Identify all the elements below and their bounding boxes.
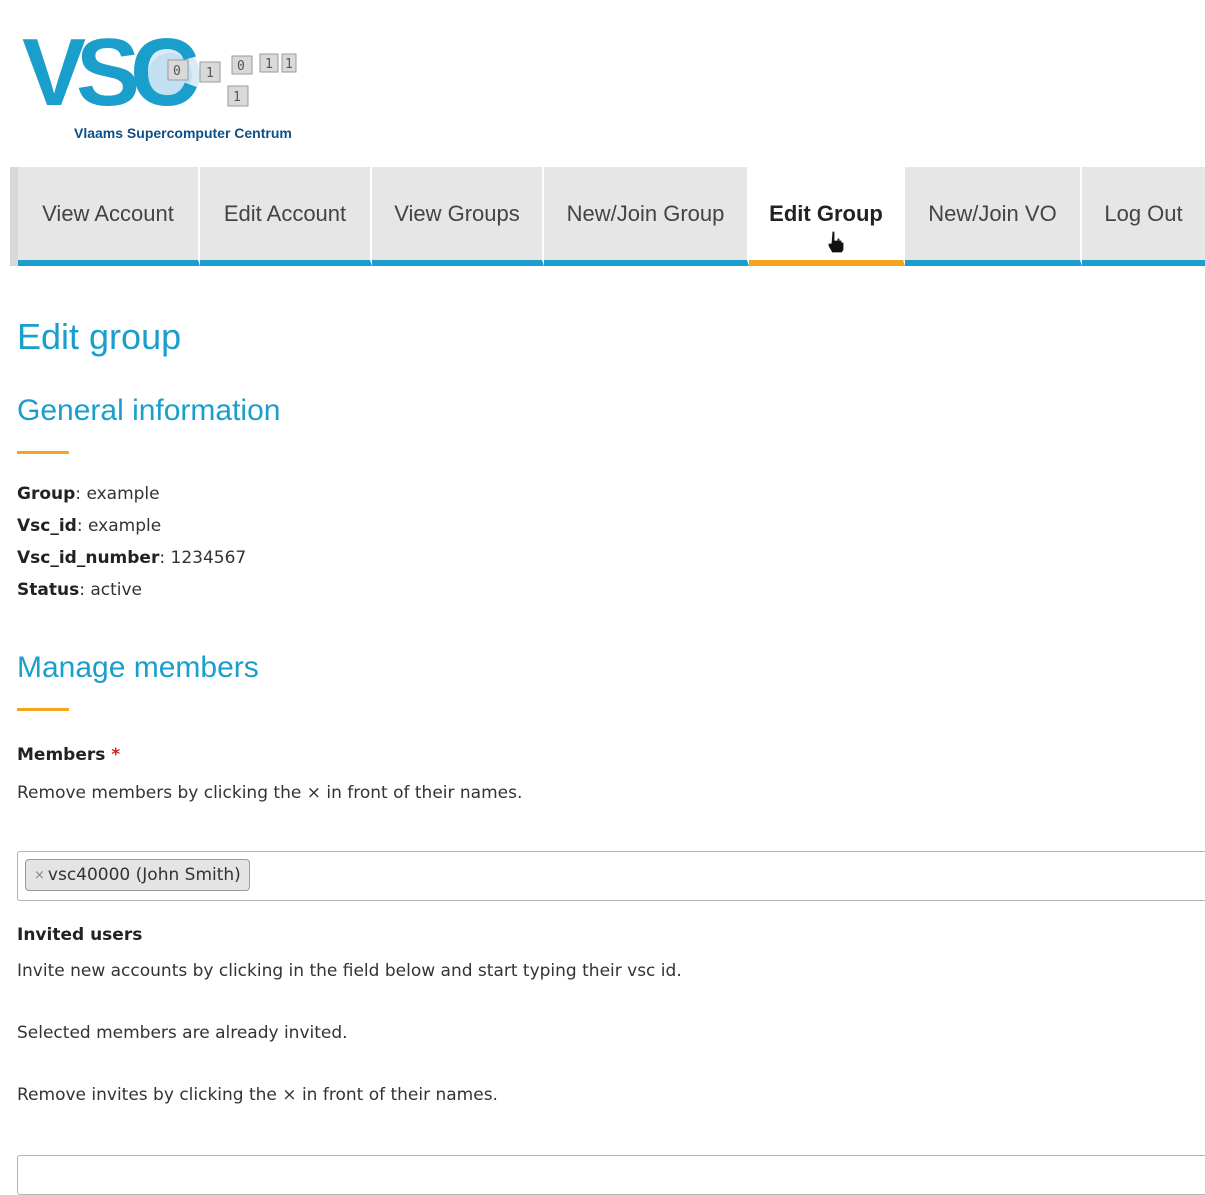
general-information-heading: General information — [17, 394, 281, 427]
vsc-logo[interactable]: VSC 010 111 Vlaams Supercomputer Centrum — [20, 10, 310, 141]
nav-new-join-group[interactable]: New/Join Group — [544, 167, 749, 266]
info-group: Group: example — [17, 484, 160, 504]
page-title: Edit group — [17, 316, 182, 357]
nav-edit-account[interactable]: Edit Account — [200, 167, 372, 266]
svg-text:1: 1 — [265, 57, 273, 72]
close-icon[interactable]: × — [34, 868, 45, 883]
section-accent — [17, 451, 69, 454]
member-chip: × vsc40000 (John Smith) — [25, 859, 250, 891]
invited-users-label: Invited users — [17, 925, 143, 945]
members-help: Remove members by clicking the × in fron… — [17, 783, 523, 803]
nav-new-join-vo[interactable]: New/Join VO — [905, 167, 1082, 266]
info-status: Status: active — [17, 580, 143, 600]
info-vsc-id: Vsc_id: example — [17, 516, 162, 536]
invited-section: Invited users Invite new accounts by cli… — [17, 925, 1205, 1105]
members-label: Members * — [17, 745, 121, 765]
main-navigation: View Account Edit Account View Groups Ne… — [10, 167, 1205, 266]
svg-text:1: 1 — [233, 90, 241, 105]
member-chip-label: vsc40000 (John Smith) — [47, 865, 241, 885]
nav-view-groups[interactable]: View Groups — [372, 167, 544, 266]
members-input[interactable]: × vsc40000 (John Smith) — [17, 851, 1205, 901]
svg-text:0: 0 — [173, 64, 181, 79]
logo-tagline: Vlaams Supercomputer Centrum — [74, 125, 292, 141]
nav-view-account[interactable]: View Account — [18, 167, 200, 266]
invited-help-3: Remove invites by clicking the × in fron… — [17, 1085, 498, 1105]
vsc-logo-mark: VSC 010 1 11 — [22, 19, 297, 126]
invited-users-input[interactable] — [17, 1155, 1205, 1195]
section-accent — [17, 708, 69, 711]
svg-text:0: 0 — [237, 59, 245, 74]
info-vsc-id-number: Vsc_id_number: 1234567 — [17, 548, 247, 568]
general-info-list: Group: example Vsc_id: example Vsc_id_nu… — [17, 478, 1205, 606]
svg-text:1: 1 — [206, 66, 214, 81]
svg-text:1: 1 — [285, 57, 293, 72]
main-content: Edit group General information Group: ex… — [17, 315, 1205, 803]
hand-pointer-icon — [827, 230, 845, 254]
manage-members-heading: Manage members — [17, 651, 259, 684]
required-mark: * — [111, 745, 121, 765]
invited-help-2: Selected members are already invited. — [17, 1023, 348, 1043]
nav-log-out[interactable]: Log Out — [1082, 167, 1205, 266]
invited-help-1: Invite new accounts by clicking in the f… — [17, 961, 682, 981]
